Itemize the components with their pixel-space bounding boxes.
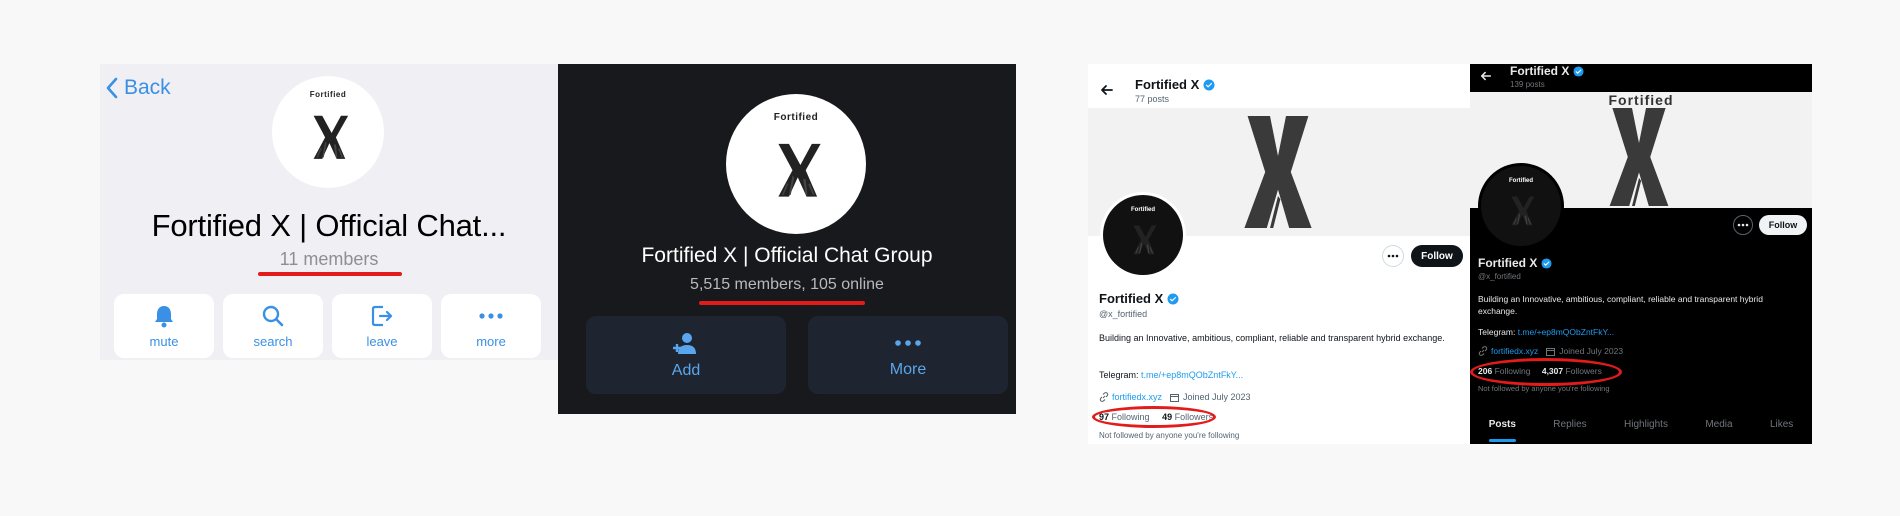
telegram-row: Telegram: t.me/+ep8mQObZntFkY... [1478, 327, 1614, 337]
meta-row: fortifiedx.xyz Joined July 2023 [1099, 392, 1251, 402]
telegram-link[interactable]: t.me/+ep8mQObZntFkY... [1518, 327, 1614, 337]
tab-highlights[interactable]: Highlights [1624, 419, 1668, 430]
tab-posts-label: Posts [1488, 418, 1516, 430]
red-underline [699, 301, 865, 305]
avatar-x-logo-icon [1119, 207, 1167, 267]
profile-name: Fortified X [1135, 77, 1200, 92]
more-icon [1737, 223, 1749, 227]
tab-likes[interactable]: Likes [1770, 419, 1793, 430]
leave-button[interactable]: leave [332, 294, 432, 358]
more-button[interactable]: more [441, 294, 541, 358]
profile-bio: Building an Innovative, ambitious, compl… [1478, 294, 1763, 316]
more-button[interactable]: More [808, 316, 1008, 394]
leave-label: leave [366, 333, 398, 349]
joined-date: Joined July 2023 [1559, 346, 1624, 356]
name-row: Fortified X [1099, 291, 1179, 306]
follow-button[interactable]: Follow [1759, 215, 1807, 235]
telegram-row: Telegram: t.me/+ep8mQObZntFkY... [1099, 370, 1243, 380]
posts-count: 77 posts [1135, 94, 1170, 104]
members-count: 11 members [279, 249, 379, 269]
avatar-x-logo-icon [1497, 178, 1545, 238]
add-button[interactable]: Add [586, 316, 786, 394]
not-followed-note: Not followed by anyone you're following [1478, 384, 1610, 393]
website-link[interactable]: fortifiedx.xyz [1112, 392, 1162, 402]
more-label: More [889, 361, 927, 378]
calendar-icon [1170, 393, 1180, 402]
joined-date: Joined July 2023 [1183, 392, 1251, 402]
search-label: search [253, 333, 293, 349]
bell-icon [155, 305, 173, 327]
back-arrow-icon[interactable] [1480, 70, 1492, 82]
profile-name: Fortified X [1510, 64, 1570, 78]
back-button[interactable]: Back [104, 74, 171, 102]
profile-bio: Building an Innovative, ambitious, compl… [1099, 333, 1445, 343]
leave-icon [371, 305, 393, 326]
verified-badge-icon [1573, 66, 1584, 77]
mute-button[interactable]: mute [114, 294, 214, 358]
chevron-left-icon [106, 77, 118, 99]
profile-name: Fortified X [1478, 256, 1538, 270]
telegram-dark-panel: Fortified Fortified X | Official Chat Gr… [558, 64, 1016, 414]
mute-label: mute [149, 333, 179, 349]
link-icon [1099, 392, 1109, 402]
group-title: Fortified X | Official Chat Group [641, 244, 933, 267]
x-light-panel: Fortified X 77 posts Fortified Follow Fo… [1088, 64, 1470, 444]
telegram-light-panel: Back Fortified Fortified X | Official Ch… [100, 64, 558, 360]
x-logo-icon [292, 90, 364, 176]
telegram-link[interactable]: t.me/+ep8mQObZntFkY... [1141, 370, 1243, 380]
red-circle-highlight [1092, 406, 1216, 428]
calendar-icon [1546, 347, 1556, 356]
x-dark-panel: Fortified X 139 posts Fortified Fortifie… [1470, 64, 1812, 444]
group-avatar[interactable]: Fortified [272, 76, 384, 188]
red-circle-highlight [1470, 358, 1622, 386]
profile-avatar[interactable]: Fortified [1100, 192, 1186, 278]
telegram-label: Telegram: [1478, 327, 1518, 337]
header-name: Fortified X [1510, 64, 1584, 78]
members-count: 5,515 members, 105 online [690, 276, 884, 293]
add-user-icon [673, 333, 696, 354]
tab-replies[interactable]: Replies [1553, 419, 1586, 430]
link-icon [1478, 346, 1488, 356]
more-label: more [476, 333, 506, 349]
profile-avatar[interactable]: Fortified [1478, 163, 1564, 249]
add-label: Add [671, 362, 701, 379]
search-button[interactable]: search [223, 294, 323, 358]
more-options-button[interactable] [1733, 215, 1753, 235]
more-icon [1387, 254, 1399, 258]
follow-button[interactable]: Follow [1411, 245, 1463, 267]
search-icon [262, 305, 284, 326]
profile-name: Fortified X [1099, 291, 1164, 306]
name-row: Fortified X [1478, 256, 1552, 270]
red-underline [258, 272, 402, 276]
website-link[interactable]: fortifiedx.xyz [1491, 346, 1538, 356]
posts-count: 139 posts [1510, 80, 1545, 89]
verified-badge-icon [1167, 293, 1179, 305]
group-title: Fortified X | Official Chat... [151, 208, 507, 243]
meta-row: fortifiedx.xyz Joined July 2023 [1478, 346, 1623, 356]
telegram-label: Telegram: [1099, 370, 1142, 380]
profile-handle: @x_fortified [1099, 309, 1148, 319]
profile-handle: @x_fortified [1478, 272, 1521, 281]
x-logo-icon [752, 112, 840, 218]
header-name: Fortified X [1135, 77, 1215, 92]
group-avatar[interactable]: Fortified [726, 94, 866, 234]
tab-posts[interactable]: Posts [1488, 418, 1516, 442]
not-followed-note: Not followed by anyone you're following [1099, 431, 1240, 440]
banner-x-logo-icon [1238, 108, 1318, 236]
back-label: Back [124, 76, 171, 99]
banner-x-logo-icon [1604, 106, 1674, 208]
profile-tabs: Posts Replies Highlights Media Likes [1470, 404, 1812, 444]
more-icon [479, 312, 503, 319]
more-icon [895, 340, 921, 346]
back-arrow-icon[interactable] [1100, 83, 1114, 97]
more-options-button[interactable] [1382, 245, 1404, 267]
tab-media[interactable]: Media [1705, 419, 1732, 430]
verified-badge-icon [1541, 258, 1552, 269]
active-tab-indicator [1488, 438, 1516, 442]
verified-badge-icon [1203, 79, 1215, 91]
